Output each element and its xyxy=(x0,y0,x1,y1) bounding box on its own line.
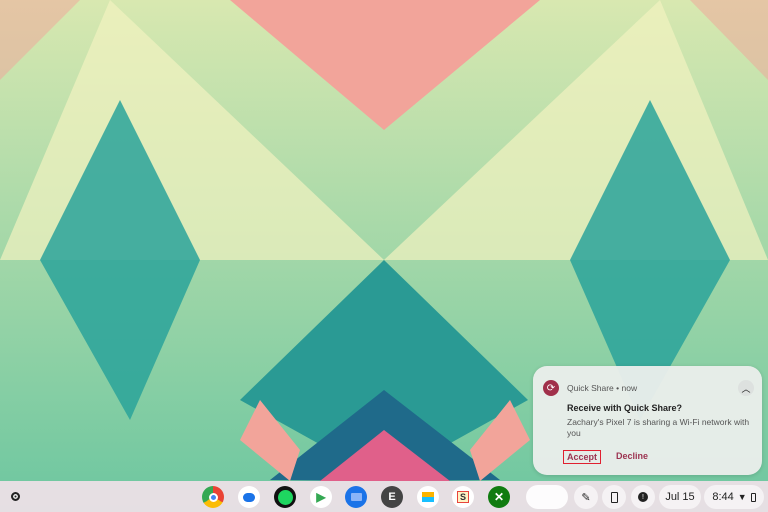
stylus-button[interactable]: ✎ xyxy=(574,485,598,509)
holding-space-button[interactable] xyxy=(526,485,568,509)
date: Jul 15 xyxy=(665,491,695,503)
app-airtable[interactable] xyxy=(417,486,439,508)
folder-icon xyxy=(350,493,362,501)
battery-icon xyxy=(750,492,756,502)
chrome-icon xyxy=(208,492,218,502)
app-files[interactable] xyxy=(345,486,367,508)
system-tray-button[interactable]: 8:44 ▼ xyxy=(704,485,764,509)
clock: 8:44 xyxy=(712,491,734,503)
app-e[interactable]: E xyxy=(381,486,403,508)
wifi-icon: ▼ xyxy=(737,492,747,502)
app-xbox[interactable]: ✕ xyxy=(488,486,510,508)
phone-hub-button[interactable] xyxy=(602,485,626,509)
notification-title: Receive with Quick Share? xyxy=(567,403,683,413)
launcher-button[interactable] xyxy=(6,487,24,505)
quick-share-icon: ⟳ xyxy=(543,380,559,396)
notification-icon: ! xyxy=(638,492,648,502)
launcher-icon xyxy=(10,491,20,501)
notification-count-button[interactable]: ! xyxy=(631,485,655,509)
messages-icon xyxy=(243,492,255,502)
play-store-icon: ▶ xyxy=(316,490,326,504)
quick-share-notification: ⟳ Quick Share • now ︿ Receive with Quick… xyxy=(533,366,762,475)
chevron-up-icon[interactable]: ︿ xyxy=(738,380,754,396)
xbox-icon: ✕ xyxy=(493,490,505,504)
app-spotify[interactable] xyxy=(274,486,296,508)
decline-button[interactable]: Decline xyxy=(613,450,651,462)
phone-icon xyxy=(610,491,618,503)
app-play-store[interactable]: ▶ xyxy=(310,486,332,508)
airtable-icon xyxy=(422,492,434,502)
app-slides[interactable]: S xyxy=(452,486,474,508)
spotify-icon xyxy=(277,489,293,505)
pen-icon: ✎ xyxy=(581,491,591,504)
notification-source: Quick Share • now xyxy=(567,383,638,393)
notification-message: Zachary's Pixel 7 is sharing a Wi-Fi net… xyxy=(567,417,750,438)
app-e-label: E xyxy=(388,491,396,503)
date-button[interactable]: Jul 15 xyxy=(659,485,701,509)
slides-icon: S xyxy=(456,491,469,503)
app-messages[interactable] xyxy=(238,486,260,508)
accept-button[interactable]: Accept xyxy=(563,450,602,464)
app-chrome[interactable] xyxy=(202,486,224,508)
